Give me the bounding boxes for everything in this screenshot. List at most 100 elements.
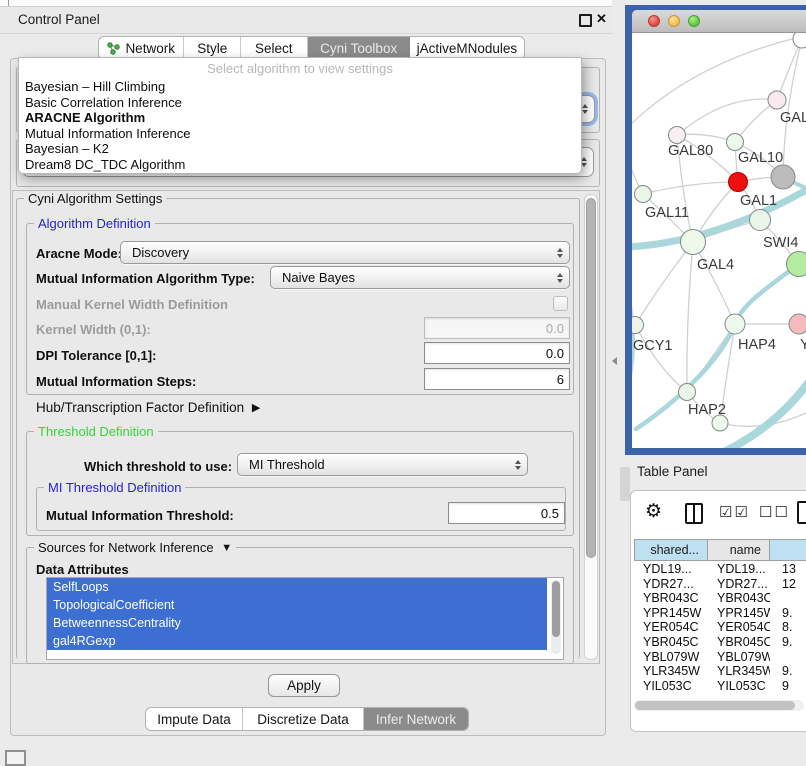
tab-select[interactable]: Select (241, 37, 308, 59)
splitter-collapse-arrow[interactable] (612, 357, 617, 365)
scrollbar-thumb[interactable] (586, 198, 596, 558)
table-row[interactable]: YPR145WYPR145W9. (634, 606, 806, 621)
sources-title[interactable]: Sources for Network Inference ▼ (34, 540, 236, 555)
network-node[interactable] (669, 127, 686, 144)
tab-discretize-data[interactable]: Discretize Data (243, 708, 364, 730)
column-header-cut[interactable] (770, 539, 806, 561)
tab-jactivemnodules[interactable]: jActiveMNodules (410, 37, 524, 59)
table-cell[interactable]: YER054C (634, 620, 708, 635)
algorithm-option[interactable]: ARACNE Algorithm (23, 110, 577, 126)
mi-type-combo[interactable]: Naive Bayes (270, 266, 570, 289)
table-row[interactable]: YDL19...YDL19...13 (634, 562, 806, 577)
network-node[interactable] (729, 173, 748, 192)
aracne-mode-combo[interactable]: Discovery (120, 241, 570, 264)
minimize-traffic-light-icon[interactable] (668, 15, 680, 27)
table-cell[interactable]: YBL079W (634, 650, 708, 665)
table-cell[interactable]: 8. (770, 620, 806, 635)
network-node[interactable] (768, 91, 786, 109)
mi-steps-input[interactable]: 6 (424, 368, 570, 390)
tab-style[interactable]: Style (184, 37, 241, 59)
algorithm-option[interactable]: Basic Correlation Inference (23, 95, 577, 111)
network-node[interactable] (787, 252, 806, 277)
document-icon[interactable] (797, 501, 806, 524)
network-window-titlebar[interactable] (632, 10, 806, 33)
column-header-name[interactable]: name (708, 539, 770, 561)
network-node[interactable] (727, 134, 744, 151)
kernel-width-input[interactable]: 0.0 (424, 317, 570, 339)
scrollbar-thumb[interactable] (635, 701, 795, 710)
mi-threshold-input[interactable]: 0.5 (448, 502, 565, 524)
table-cell[interactable]: YBL079W (708, 650, 770, 665)
network-node[interactable] (679, 384, 696, 401)
table-row[interactable]: YBR045CYBR045C9. (634, 635, 806, 650)
table-cell[interactable]: YBR045C (634, 635, 708, 650)
table-cell[interactable]: YLR345W (634, 664, 708, 679)
table-row[interactable]: YER054CYER054C8. (634, 620, 806, 635)
split-columns-icon[interactable] (685, 503, 703, 524)
table-cell[interactable]: YDL19... (634, 562, 708, 577)
hub-expander[interactable]: Hub/Transcription Factor Definition ▶ (36, 400, 260, 415)
table-cell[interactable]: YIL053C (634, 679, 708, 694)
table-cell[interactable]: YDR27... (708, 577, 770, 592)
data-attribute-item[interactable]: gal4RGexp (47, 632, 547, 650)
which-threshold-combo[interactable]: MI Threshold (237, 453, 528, 476)
network-node[interactable] (771, 165, 795, 189)
data-attribute-item[interactable]: TopologicalCoefficient (47, 596, 547, 614)
algorithm-option[interactable]: Bayesian – K2 (23, 141, 577, 157)
table-cell[interactable]: 9 (770, 679, 806, 694)
network-node[interactable] (750, 210, 771, 231)
table-row[interactable]: YDR27...YDR27...12 (634, 577, 806, 592)
column-header-shared-name[interactable]: shared... (634, 539, 708, 561)
network-canvas[interactable]: GALGAL80GAL10GAL1GAL11SWI4GAL4GCY1HAP4YH… (632, 33, 806, 448)
deselect-all-checkboxes-icon[interactable]: ☐☐ (759, 503, 790, 521)
network-node[interactable] (632, 317, 644, 334)
tab-network[interactable]: Network (99, 37, 184, 59)
settings-vertical-scrollbar[interactable] (584, 194, 598, 660)
algorithm-option[interactable]: Mutual Information Inference (23, 126, 577, 142)
table-cell[interactable]: YER054C (708, 620, 770, 635)
table-cell[interactable]: YLR345W (708, 664, 770, 679)
table-cell[interactable] (770, 591, 806, 606)
select-all-checkboxes-icon[interactable]: ☑☑ (719, 503, 750, 521)
close-panel-icon[interactable]: ✕ (596, 11, 607, 27)
gear-icon[interactable]: ⚙ (645, 500, 662, 523)
manual-kernel-checkbox[interactable] (553, 296, 568, 311)
table-cell[interactable]: YDR27... (634, 577, 708, 592)
network-node[interactable] (793, 33, 806, 48)
table-row[interactable]: YLR345WYLR345W9. (634, 664, 806, 679)
data-attribute-item[interactable]: SelfLoops (47, 578, 547, 596)
network-node[interactable] (725, 314, 745, 334)
algorithm-option[interactable]: Bayesian – Hill Climbing (23, 79, 577, 95)
tab-infer-network[interactable]: Infer Network (364, 708, 468, 730)
table-cell[interactable]: YDL19... (708, 562, 770, 577)
table-cell[interactable]: 12 (770, 577, 806, 592)
data-attributes-list[interactable]: SelfLoopsTopologicalCoefficientBetweenne… (46, 577, 564, 660)
network-node[interactable] (635, 186, 652, 203)
algorithm-option[interactable]: Dream8 DC_TDC Algorithm (23, 157, 577, 173)
table-cell[interactable]: YPR145W (634, 606, 708, 621)
table-cell[interactable]: 9. (770, 664, 806, 679)
float-panel-icon[interactable] (579, 14, 592, 27)
table-row[interactable]: YBR043CYBR043C (634, 591, 806, 606)
table-cell[interactable]: YBR045C (708, 635, 770, 650)
data-attribute-item[interactable]: BetweennessCentrality (47, 614, 547, 632)
table-cell[interactable]: 13 (770, 562, 806, 577)
close-traffic-light-icon[interactable] (648, 15, 660, 27)
table-row[interactable]: YIL053CYIL053C9 (634, 679, 806, 694)
table-row[interactable]: YBL079WYBL079W (634, 650, 806, 665)
tab-impute-data[interactable]: Impute Data (146, 708, 243, 730)
tab-cyni-toolbox[interactable]: Cyni Toolbox (308, 37, 410, 59)
table-cell[interactable]: YPR145W (708, 606, 770, 621)
network-node[interactable] (789, 314, 806, 334)
zoom-traffic-light-icon[interactable] (688, 15, 700, 27)
apply-button[interactable]: Apply (268, 674, 340, 697)
table-cell[interactable]: YBR043C (708, 591, 770, 606)
table-cell[interactable] (770, 650, 806, 665)
network-node[interactable] (681, 230, 706, 255)
table-cell[interactable]: 9. (770, 635, 806, 650)
scrollbar-thumb[interactable] (552, 581, 560, 637)
collapsed-panel-icon[interactable] (5, 750, 26, 766)
dpi-tolerance-input[interactable]: 0.0 (424, 342, 570, 364)
table-horizontal-scrollbar[interactable] (634, 700, 804, 711)
attributes-scrollbar[interactable] (551, 580, 561, 654)
